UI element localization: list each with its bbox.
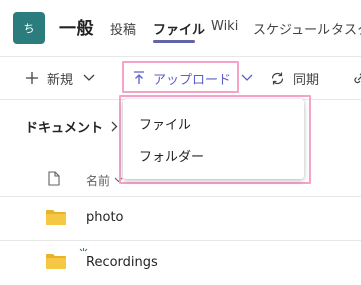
tab-posts[interactable]: 投稿 (110, 19, 136, 38)
header-divider (0, 56, 361, 57)
new-button[interactable]: 新規 (25, 66, 95, 90)
document-icon (48, 171, 60, 189)
upload-button[interactable]: アップロード (133, 66, 253, 90)
file-type-column-header[interactable] (48, 170, 60, 190)
sync-icon (270, 71, 285, 86)
team-avatar[interactable]: ち (13, 12, 45, 44)
chevron-down-icon (83, 74, 95, 82)
file-name[interactable]: photo (86, 210, 124, 225)
sync-button[interactable]: 同期 (270, 66, 319, 90)
folder-icon (46, 210, 66, 225)
table-row[interactable]: photo (0, 196, 361, 240)
upload-button-label: アップロード (153, 72, 232, 88)
link-icon[interactable] (353, 66, 361, 90)
upload-dropdown-menu: ファイル フォルダー (123, 99, 304, 179)
teams-files-page: ち 一般 投稿 ファイル Wiki スケジュール タスク 新規 アップロード (0, 0, 361, 285)
tab-tasks[interactable]: タスク (331, 19, 361, 38)
name-column-header[interactable]: 名前 (86, 170, 123, 190)
tab-wiki[interactable]: Wiki (211, 19, 238, 34)
sync-button-label: 同期 (293, 72, 320, 88)
name-column-label: 名前 (86, 173, 111, 188)
chevron-right-icon (111, 121, 118, 132)
channel-header: ち 一般 投稿 ファイル Wiki スケジュール タスク (0, 0, 361, 56)
tab-schedule[interactable]: スケジュール (253, 19, 330, 38)
upload-icon (133, 71, 145, 85)
team-avatar-text: ち (23, 22, 35, 35)
plus-icon (25, 71, 39, 85)
new-button-label: 新規 (47, 72, 74, 88)
tab-files[interactable]: ファイル (153, 19, 205, 38)
channel-name: 一般 (59, 19, 94, 39)
menu-item-upload-files[interactable]: ファイル (139, 114, 191, 133)
file-name[interactable]: Recordings (86, 255, 158, 270)
active-tab-indicator (153, 40, 195, 43)
chevron-down-icon (241, 74, 253, 82)
table-row[interactable]: Recordings (0, 240, 361, 284)
breadcrumb-root[interactable]: ドキュメント (25, 117, 103, 136)
menu-item-upload-folder[interactable]: フォルダー (139, 146, 204, 165)
folder-icon (46, 254, 66, 269)
